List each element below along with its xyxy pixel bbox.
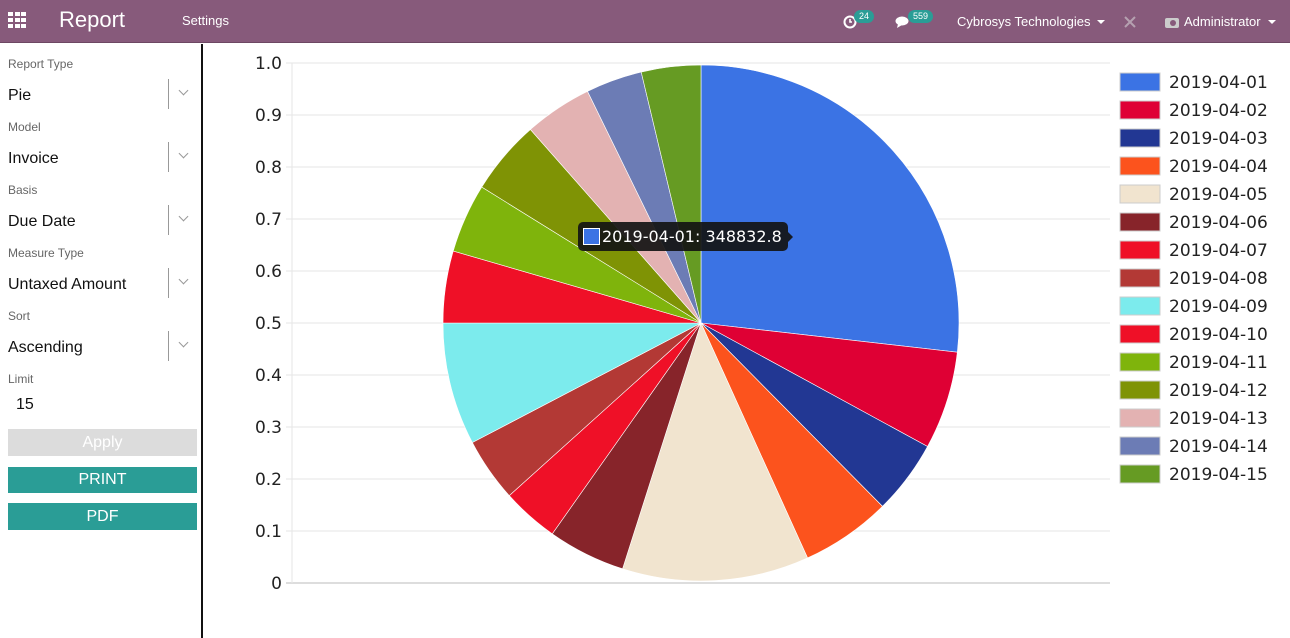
legend-swatch bbox=[1119, 128, 1161, 148]
y-tick-label: 0.3 bbox=[255, 418, 282, 438]
legend-label[interactable]: 2019-04-05 bbox=[1169, 185, 1268, 205]
activity-count-badge: 24 bbox=[854, 10, 875, 23]
chevron-down-icon[interactable] bbox=[178, 274, 189, 285]
sort-label: Sort bbox=[8, 309, 31, 323]
pie-slices bbox=[442, 64, 960, 582]
measure-type-value: Untaxed Amount bbox=[8, 276, 127, 293]
user-menu[interactable]: Administrator bbox=[1165, 0, 1276, 43]
app-title: Report bbox=[59, 7, 126, 32]
chart-tooltip: 2019-04-01: 348832.8 bbox=[578, 222, 793, 251]
y-tick-label: 0.4 bbox=[255, 366, 282, 386]
legend-swatch bbox=[1119, 156, 1161, 176]
legend-label[interactable]: 2019-04-07 bbox=[1169, 241, 1268, 261]
menu-settings[interactable]: Settings bbox=[182, 13, 229, 28]
legend-label[interactable]: 2019-04-03 bbox=[1169, 129, 1268, 149]
basis-value: Due Date bbox=[8, 213, 76, 230]
legend-label[interactable]: 2019-04-09 bbox=[1169, 297, 1268, 317]
company-name: Cybrosys Technologies bbox=[957, 14, 1091, 29]
y-tick-label: 0.2 bbox=[255, 470, 282, 490]
legend-label[interactable]: 2019-04-06 bbox=[1169, 213, 1268, 233]
y-tick-label: 0 bbox=[271, 574, 282, 594]
report-type-value: Pie bbox=[8, 87, 32, 104]
legend-swatch bbox=[1119, 268, 1161, 288]
model-select[interactable]: Invoice bbox=[8, 142, 196, 174]
tooltip-label: 2019-04-01: 348832.8 bbox=[602, 227, 782, 246]
y-tick-label: 0.9 bbox=[255, 106, 282, 126]
activity-menu[interactable]: 24 bbox=[843, 0, 875, 43]
user-name: Administrator bbox=[1184, 14, 1261, 29]
pdf-button[interactable]: PDF bbox=[8, 503, 197, 530]
apply-button[interactable]: Apply bbox=[8, 429, 197, 456]
caret-down-icon bbox=[1267, 19, 1276, 24]
legend-swatch bbox=[1119, 240, 1161, 260]
legend-swatch bbox=[1119, 408, 1161, 428]
legend-label[interactable]: 2019-04-11 bbox=[1169, 353, 1268, 373]
basis-label: Basis bbox=[8, 183, 38, 197]
legend-label[interactable]: 2019-04-14 bbox=[1169, 437, 1268, 457]
legend-swatch bbox=[1119, 436, 1161, 456]
select-separator bbox=[168, 142, 169, 172]
y-tick-label: 1.0 bbox=[255, 54, 282, 74]
top-navbar: Report Settings 24 559 Cybrosys Technolo… bbox=[0, 0, 1290, 43]
messaging-menu[interactable]: 559 bbox=[895, 0, 934, 43]
legend-swatch bbox=[1119, 352, 1161, 372]
pie-chart: 0 0.1 0.2 0.3 0.4 0.5 0.6 0.7 0.8 0.9 1.0 2019-04-… bbox=[255, 54, 1268, 594]
legend-label[interactable]: 2019-04-12 bbox=[1169, 381, 1268, 401]
camera-avatar-icon bbox=[1165, 17, 1179, 28]
y-axis-ticks: 0 0.1 0.2 0.3 0.4 0.5 0.6 0.7 0.8 0.9 1.0 bbox=[255, 54, 282, 594]
message-count-badge: 559 bbox=[908, 10, 934, 23]
legend-swatch bbox=[1119, 296, 1161, 316]
legend-label[interactable]: 2019-04-02 bbox=[1169, 101, 1268, 121]
select-separator bbox=[168, 205, 169, 235]
select-separator bbox=[168, 268, 169, 298]
legend-label[interactable]: 2019-04-08 bbox=[1169, 269, 1268, 289]
limit-input[interactable]: 15 bbox=[16, 396, 34, 414]
chevron-down-icon[interactable] bbox=[178, 337, 189, 348]
legend-swatch bbox=[1119, 464, 1161, 484]
y-tick-label: 0.1 bbox=[255, 522, 282, 542]
report-type-select[interactable]: Pie bbox=[8, 79, 196, 111]
chevron-down-icon[interactable] bbox=[178, 148, 189, 159]
caret-down-icon bbox=[1097, 19, 1106, 24]
model-value: Invoice bbox=[8, 150, 59, 167]
measure-type-select[interactable]: Untaxed Amount bbox=[8, 268, 196, 300]
y-tick-label: 0.7 bbox=[255, 210, 282, 230]
legend-label[interactable]: 2019-04-01 bbox=[1169, 73, 1268, 93]
select-separator bbox=[168, 331, 169, 361]
report-type-label: Report Type bbox=[8, 57, 74, 71]
y-tick-label: 0.8 bbox=[255, 158, 282, 178]
debug-menu[interactable] bbox=[1123, 0, 1137, 43]
report-settings-panel: Report Type Pie Model Invoice Basis Due … bbox=[0, 44, 203, 638]
print-button[interactable]: PRINT bbox=[8, 467, 197, 493]
legend-swatch bbox=[1119, 380, 1161, 400]
select-separator bbox=[168, 79, 169, 109]
sort-value: Ascending bbox=[8, 339, 83, 356]
legend-label[interactable]: 2019-04-04 bbox=[1169, 157, 1268, 177]
legend-label[interactable]: 2019-04-13 bbox=[1169, 409, 1268, 429]
company-switcher[interactable]: Cybrosys Technologies bbox=[957, 0, 1106, 43]
pie-slice-2019-04-01[interactable] bbox=[700, 64, 960, 353]
basis-select[interactable]: Due Date bbox=[8, 205, 196, 237]
chart-legend: 2019-04-01 2019-04-02 2019-04-03 2019-04-04… bbox=[1119, 72, 1268, 485]
sort-select[interactable]: Ascending bbox=[8, 331, 196, 363]
legend-swatch bbox=[1119, 212, 1161, 232]
tooltip-color-swatch bbox=[583, 228, 600, 245]
y-tick-label: 0.5 bbox=[255, 314, 282, 334]
limit-label: Limit bbox=[8, 372, 34, 386]
legend-label[interactable]: 2019-04-10 bbox=[1169, 325, 1268, 345]
legend-swatch bbox=[1119, 184, 1161, 204]
legend-swatch bbox=[1119, 324, 1161, 344]
y-tick-label: 0.6 bbox=[255, 262, 282, 282]
legend-swatch bbox=[1119, 72, 1161, 92]
tools-icon bbox=[1124, 15, 1136, 28]
apps-menu-icon[interactable] bbox=[8, 12, 26, 28]
chevron-down-icon[interactable] bbox=[178, 85, 189, 96]
chevron-down-icon[interactable] bbox=[178, 211, 189, 222]
legend-swatch bbox=[1119, 100, 1161, 120]
legend-label[interactable]: 2019-04-15 bbox=[1169, 465, 1268, 485]
model-label: Model bbox=[8, 120, 41, 134]
measure-type-label: Measure Type bbox=[8, 246, 84, 260]
